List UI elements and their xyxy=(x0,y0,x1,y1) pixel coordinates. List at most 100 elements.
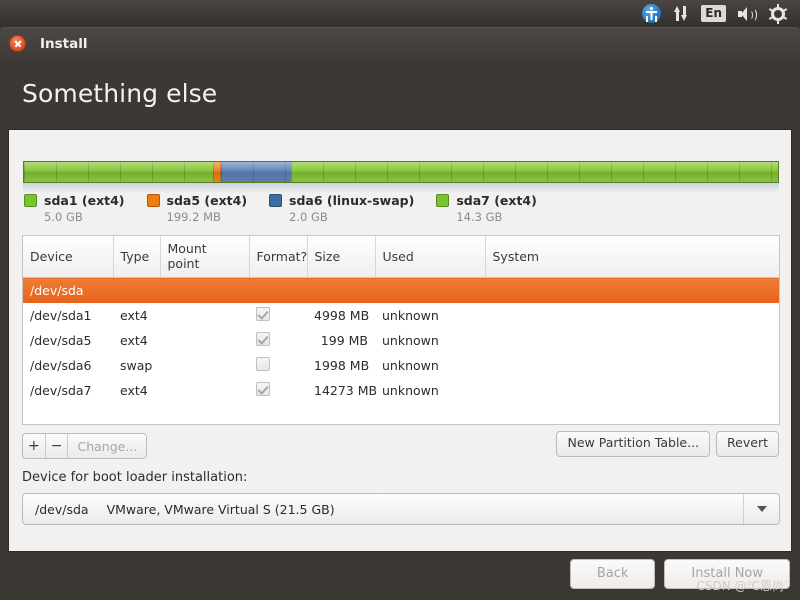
cell-type: swap xyxy=(120,358,153,373)
column-header-system[interactable]: System xyxy=(485,236,779,278)
cell-size: 1998 MB xyxy=(314,358,370,373)
network-icon xyxy=(673,5,689,22)
legend-size: 14.3 GB xyxy=(456,210,503,224)
cell-system xyxy=(485,303,779,328)
accessibility-icon xyxy=(642,4,662,23)
partition-actions: + − Change... xyxy=(22,433,148,459)
installer-window: Install Something else sda1 (ext4) 5.0 GB… xyxy=(0,27,800,589)
cell-size: 4998 MB xyxy=(314,308,370,323)
gear-icon xyxy=(768,3,788,24)
column-header-size[interactable]: Size xyxy=(307,236,376,278)
keyboard-layout-indicator[interactable]: En xyxy=(695,0,732,27)
legend-item-header: sda5 (ext4) xyxy=(146,193,248,208)
close-icon[interactable] xyxy=(9,35,26,52)
format-checkbox[interactable] xyxy=(256,307,270,321)
cell-format xyxy=(249,328,307,353)
keyboard-layout-label: En xyxy=(701,5,726,22)
legend-label: sda1 (ext4) xyxy=(44,193,125,208)
cell-device: /dev/sda5 xyxy=(30,333,92,348)
new-partition-table-button[interactable]: New Partition Table... xyxy=(556,431,711,457)
legend-swatch-icon xyxy=(146,194,160,207)
network-indicator[interactable] xyxy=(667,0,695,27)
window-title: Install xyxy=(40,35,88,52)
cell-mount-point xyxy=(160,353,249,378)
cell-system xyxy=(485,328,779,353)
partition-legend: sda1 (ext4) 5.0 GB sda5 (ext4) 199.2 MB sda6… xyxy=(24,193,559,224)
legend-swatch-icon xyxy=(436,194,450,207)
table-row-disk[interactable]: /dev/sda xyxy=(23,277,779,303)
partition-action-group: + − Change... xyxy=(22,433,148,459)
column-header-used[interactable]: Used xyxy=(375,236,486,278)
table-row[interactable]: /dev/sda5 ext4 199 MB unknown xyxy=(23,328,779,353)
change-partition-button[interactable]: Change... xyxy=(68,434,147,458)
column-header-mount-point[interactable]: Mount point xyxy=(160,236,250,278)
boot-loader-label: Device for boot loader installation: xyxy=(22,470,248,485)
system-menu-indicator[interactable] xyxy=(763,0,793,27)
partition-segment-sda5[interactable] xyxy=(213,162,221,182)
legend-item-1: sda5 (ext4) 199.2 MB xyxy=(146,193,248,224)
cell-system xyxy=(485,378,779,403)
page-title: Something else xyxy=(22,79,218,108)
boot-loader-description: VMware, VMware Virtual S (21.5 GB) xyxy=(106,501,335,517)
legend-swatch-icon xyxy=(24,194,37,207)
partition-bar-graph xyxy=(23,161,779,193)
cell-device: /dev/sda7 xyxy=(30,383,92,398)
add-partition-button[interactable]: + xyxy=(23,434,46,458)
volume-indicator[interactable] xyxy=(732,0,763,27)
legend-label: sda6 (linux-swap) xyxy=(289,193,415,208)
legend-item-0: sda1 (ext4) 5.0 GB xyxy=(24,193,125,224)
accessibility-indicator[interactable] xyxy=(636,0,667,27)
cell-used: unknown xyxy=(382,308,439,323)
table-row[interactable]: /dev/sda6 swap 1998 MB unknown xyxy=(23,353,779,378)
legend-item-3: sda7 (ext4) 14.3 GB xyxy=(436,193,537,224)
cell-mount-point xyxy=(160,328,249,353)
legend-label: sda7 (ext4) xyxy=(456,193,537,208)
legend-size: 5.0 GB xyxy=(44,210,83,224)
cell-type: ext4 xyxy=(120,383,148,398)
format-checkbox[interactable] xyxy=(256,332,270,346)
legend-size: 199.2 MB xyxy=(166,210,221,224)
cell-mount-point xyxy=(160,378,249,403)
disk-device-label: /dev/sda xyxy=(23,277,779,303)
table-header-row: Device Type Mount point Format? Size Use… xyxy=(23,236,779,278)
boot-loader-dropdown-toggle[interactable] xyxy=(743,494,779,524)
cell-format xyxy=(249,378,307,403)
table-actions: New Partition Table... Revert xyxy=(556,431,779,457)
remove-partition-button[interactable]: − xyxy=(45,434,69,458)
volume-icon xyxy=(738,6,757,22)
content-panel: sda1 (ext4) 5.0 GB sda5 (ext4) 199.2 MB sda6… xyxy=(8,129,792,552)
partition-segment-sda6[interactable] xyxy=(220,162,291,182)
partition-table: Device Type Mount point Format? Size Use… xyxy=(23,236,779,403)
column-header-format[interactable]: Format? xyxy=(249,236,308,278)
legend-item-header: sda6 (linux-swap) xyxy=(269,193,414,208)
legend-item-header: sda1 (ext4) xyxy=(24,193,125,208)
format-checkbox[interactable] xyxy=(256,382,270,396)
window-titlebar: Install xyxy=(0,27,800,59)
legend-swatch-icon xyxy=(269,194,283,207)
table-row[interactable]: /dev/sda1 ext4 4998 MB unknown xyxy=(23,303,779,328)
revert-button[interactable]: Revert xyxy=(716,431,779,457)
table-row[interactable]: /dev/sda7 ext4 14273 MB unknown xyxy=(23,378,779,403)
cell-device: /dev/sda1 xyxy=(30,308,92,323)
chevron-down-icon xyxy=(756,506,767,512)
format-checkbox[interactable] xyxy=(256,357,270,371)
cell-format xyxy=(249,303,307,328)
cell-mount-point xyxy=(160,303,249,328)
cell-used: unknown xyxy=(382,333,439,348)
back-button[interactable]: Back xyxy=(569,559,656,589)
cell-type: ext4 xyxy=(120,308,148,323)
top-panel: En xyxy=(0,0,800,27)
boot-loader-select[interactable]: /dev/sda VMware, VMware Virtual S (21.5 G… xyxy=(22,493,780,525)
partition-segment-sda1[interactable] xyxy=(24,162,214,182)
cell-device: /dev/sda6 xyxy=(30,358,92,373)
partition-segment-sda7[interactable] xyxy=(290,162,778,182)
boot-loader-selected-value: /dev/sda VMware, VMware Virtual S (21.5 G… xyxy=(23,502,743,517)
partition-bar-reflection xyxy=(23,183,779,193)
cell-type: ext4 xyxy=(120,333,148,348)
partition-bar[interactable] xyxy=(23,161,779,183)
column-header-device[interactable]: Device xyxy=(23,236,114,278)
column-header-type[interactable]: Type xyxy=(113,236,161,278)
legend-size: 2.0 GB xyxy=(289,210,328,224)
partition-table-container[interactable]: Device Type Mount point Format? Size Use… xyxy=(22,235,780,425)
legend-label: sda5 (ext4) xyxy=(166,193,248,208)
